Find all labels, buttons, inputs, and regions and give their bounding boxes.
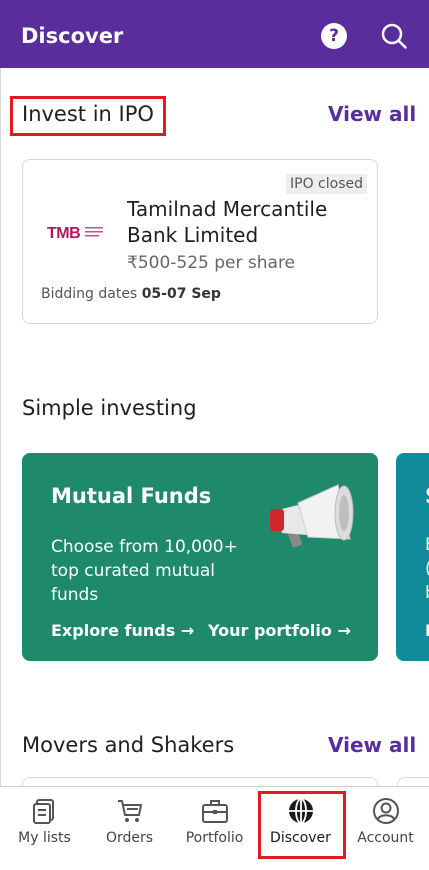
nav-label-account: Account — [357, 830, 414, 846]
account-icon — [372, 798, 399, 824]
section-title-simple-investing: Simple investing — [22, 396, 197, 420]
tmb-logo: TMB — [47, 225, 103, 242]
briefcase-icon — [201, 800, 228, 823]
ipo-bidding-dates: Bidding dates 05-07 Sep — [41, 286, 221, 302]
next-investing-card[interactable]: S E ( b E — [396, 453, 429, 661]
your-portfolio-link[interactable]: Your portfolio → — [208, 621, 351, 640]
arrow-right-icon: → — [337, 621, 351, 640]
ipo-company-name: Tamilnad Mercantile Bank Limited — [127, 197, 328, 247]
ipo-price: ₹500-525 per share — [127, 253, 296, 273]
next-card-link: E — [425, 621, 429, 640]
ipo-card[interactable]: IPO closed TMB Tamilnad Mercantile Bank … — [22, 159, 378, 324]
nav-item-discover[interactable]: Discover — [258, 787, 346, 870]
next-card-line-3: b — [425, 583, 429, 603]
search-icon[interactable] — [380, 22, 408, 50]
nav-label-discover: Discover — [270, 830, 331, 846]
megaphone-icon — [270, 484, 354, 548]
ipo-dates-label: Bidding dates — [41, 286, 138, 302]
mutual-funds-description: Choose from 10,000+ top curated mutual f… — [51, 537, 238, 605]
nav-label-portfolio: Portfolio — [185, 830, 244, 846]
nav-label-my-lists: My lists — [18, 830, 71, 846]
mutual-funds-card[interactable]: Mutual Funds Choose from 10,000+ top cur… — [22, 453, 378, 661]
next-card-title: S — [425, 484, 429, 508]
ipo-status-badge: IPO closed — [286, 174, 367, 194]
section-title-movers: Movers and Shakers — [22, 733, 235, 757]
question-circle-icon[interactable]: ? — [321, 23, 347, 49]
explore-funds-label: Explore funds — [51, 621, 176, 640]
nav-item-my-lists[interactable]: My lists — [2, 787, 87, 870]
view-all-ipo-link[interactable]: View all — [328, 102, 416, 126]
ipo-dates-value: 05-07 Sep — [141, 286, 221, 302]
page-title: Discover — [21, 24, 124, 48]
discover-content[interactable]: Invest in IPO View all IPO closed TMB Ta… — [0, 68, 429, 786]
section-title-ipo: Invest in IPO — [22, 102, 154, 126]
your-portfolio-label: Your portfolio — [208, 621, 332, 640]
nav-item-orders[interactable]: Orders — [87, 787, 172, 870]
tmb-logo-text: TMB — [47, 225, 80, 242]
next-card-line-2: ( — [425, 559, 429, 579]
arrow-right-icon: → — [180, 621, 195, 640]
bottom-nav: My lists Orders Portfolio Discover Accou… — [0, 786, 429, 870]
globe-icon — [288, 798, 313, 824]
explore-funds-link[interactable]: Explore funds → — [51, 621, 194, 640]
lists-icon — [32, 799, 54, 824]
app-header: Discover ? — [0, 0, 429, 68]
cart-icon — [117, 800, 142, 822]
nav-item-portfolio[interactable]: Portfolio — [172, 787, 257, 870]
nav-item-account[interactable]: Account — [343, 787, 428, 870]
mover-card[interactable] — [397, 777, 429, 786]
mutual-funds-title: Mutual Funds — [51, 484, 212, 508]
nav-label-orders: Orders — [105, 830, 154, 846]
next-card-line-1: E — [425, 535, 429, 555]
view-all-movers-link[interactable]: View all — [328, 733, 416, 757]
mover-card[interactable] — [22, 777, 378, 786]
